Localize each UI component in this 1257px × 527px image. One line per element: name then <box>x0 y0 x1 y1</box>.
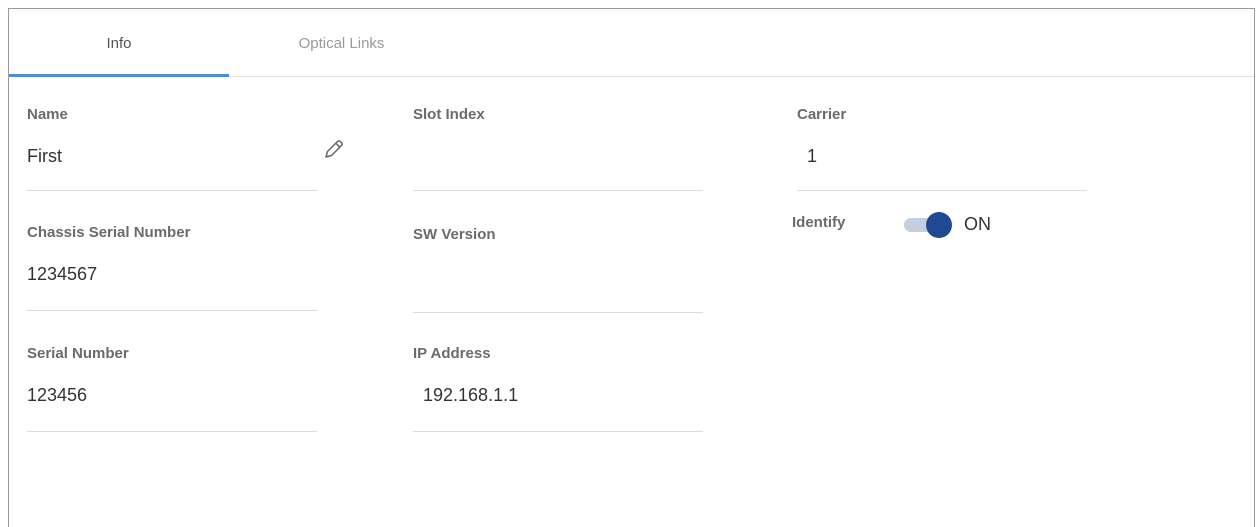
serial-number-value: 123456 <box>27 385 88 405</box>
chassis-serial-field: Chassis Serial Number 1234567 <box>27 224 317 312</box>
tab-optical-links[interactable]: Optical Links <box>259 9 424 76</box>
name-value[interactable]: First <box>27 146 62 167</box>
carrier-field: Carrier 1 <box>797 106 1087 192</box>
name-field: Name First <box>27 106 317 192</box>
slot-index-underline <box>413 190 703 191</box>
toggle-knob <box>926 212 952 238</box>
active-tab-indicator <box>9 74 229 77</box>
serial-number-label: Serial Number <box>27 345 129 362</box>
ip-address-field: IP Address 192.168.1.1 <box>413 345 703 433</box>
ip-address-underline <box>413 431 703 432</box>
pencil-icon[interactable] <box>322 137 346 161</box>
identify-label: Identify <box>792 214 846 231</box>
chassis-serial-underline <box>27 310 317 311</box>
tab-optical-links-label: Optical Links <box>298 35 385 52</box>
sw-version-underline <box>413 312 703 313</box>
slot-index-label: Slot Index <box>413 106 485 123</box>
identify-toggle[interactable] <box>904 212 954 238</box>
device-info-panel: Info Optical Links Name First Chassis Se… <box>8 8 1255 527</box>
serial-number-field: Serial Number 123456 <box>27 345 317 433</box>
carrier-value: 1 <box>807 146 818 166</box>
sw-version-label: SW Version <box>413 226 496 243</box>
identify-state: ON <box>964 214 991 234</box>
carrier-underline <box>797 190 1087 191</box>
tab-bar: Info Optical Links <box>9 9 1254 77</box>
ip-address-value: 192.168.1.1 <box>423 385 519 405</box>
tab-info[interactable]: Info <box>9 9 229 77</box>
name-underline <box>27 190 317 191</box>
serial-number-underline <box>27 431 317 432</box>
sw-version-field: SW Version <box>413 226 703 314</box>
tab-info-label: Info <box>106 35 132 52</box>
slot-index-field: Slot Index <box>413 106 703 192</box>
chassis-serial-value: 1234567 <box>27 264 98 284</box>
ip-address-label: IP Address <box>413 345 491 362</box>
carrier-label: Carrier <box>797 106 847 123</box>
chassis-serial-label: Chassis Serial Number <box>27 224 191 241</box>
name-label: Name <box>27 106 68 123</box>
